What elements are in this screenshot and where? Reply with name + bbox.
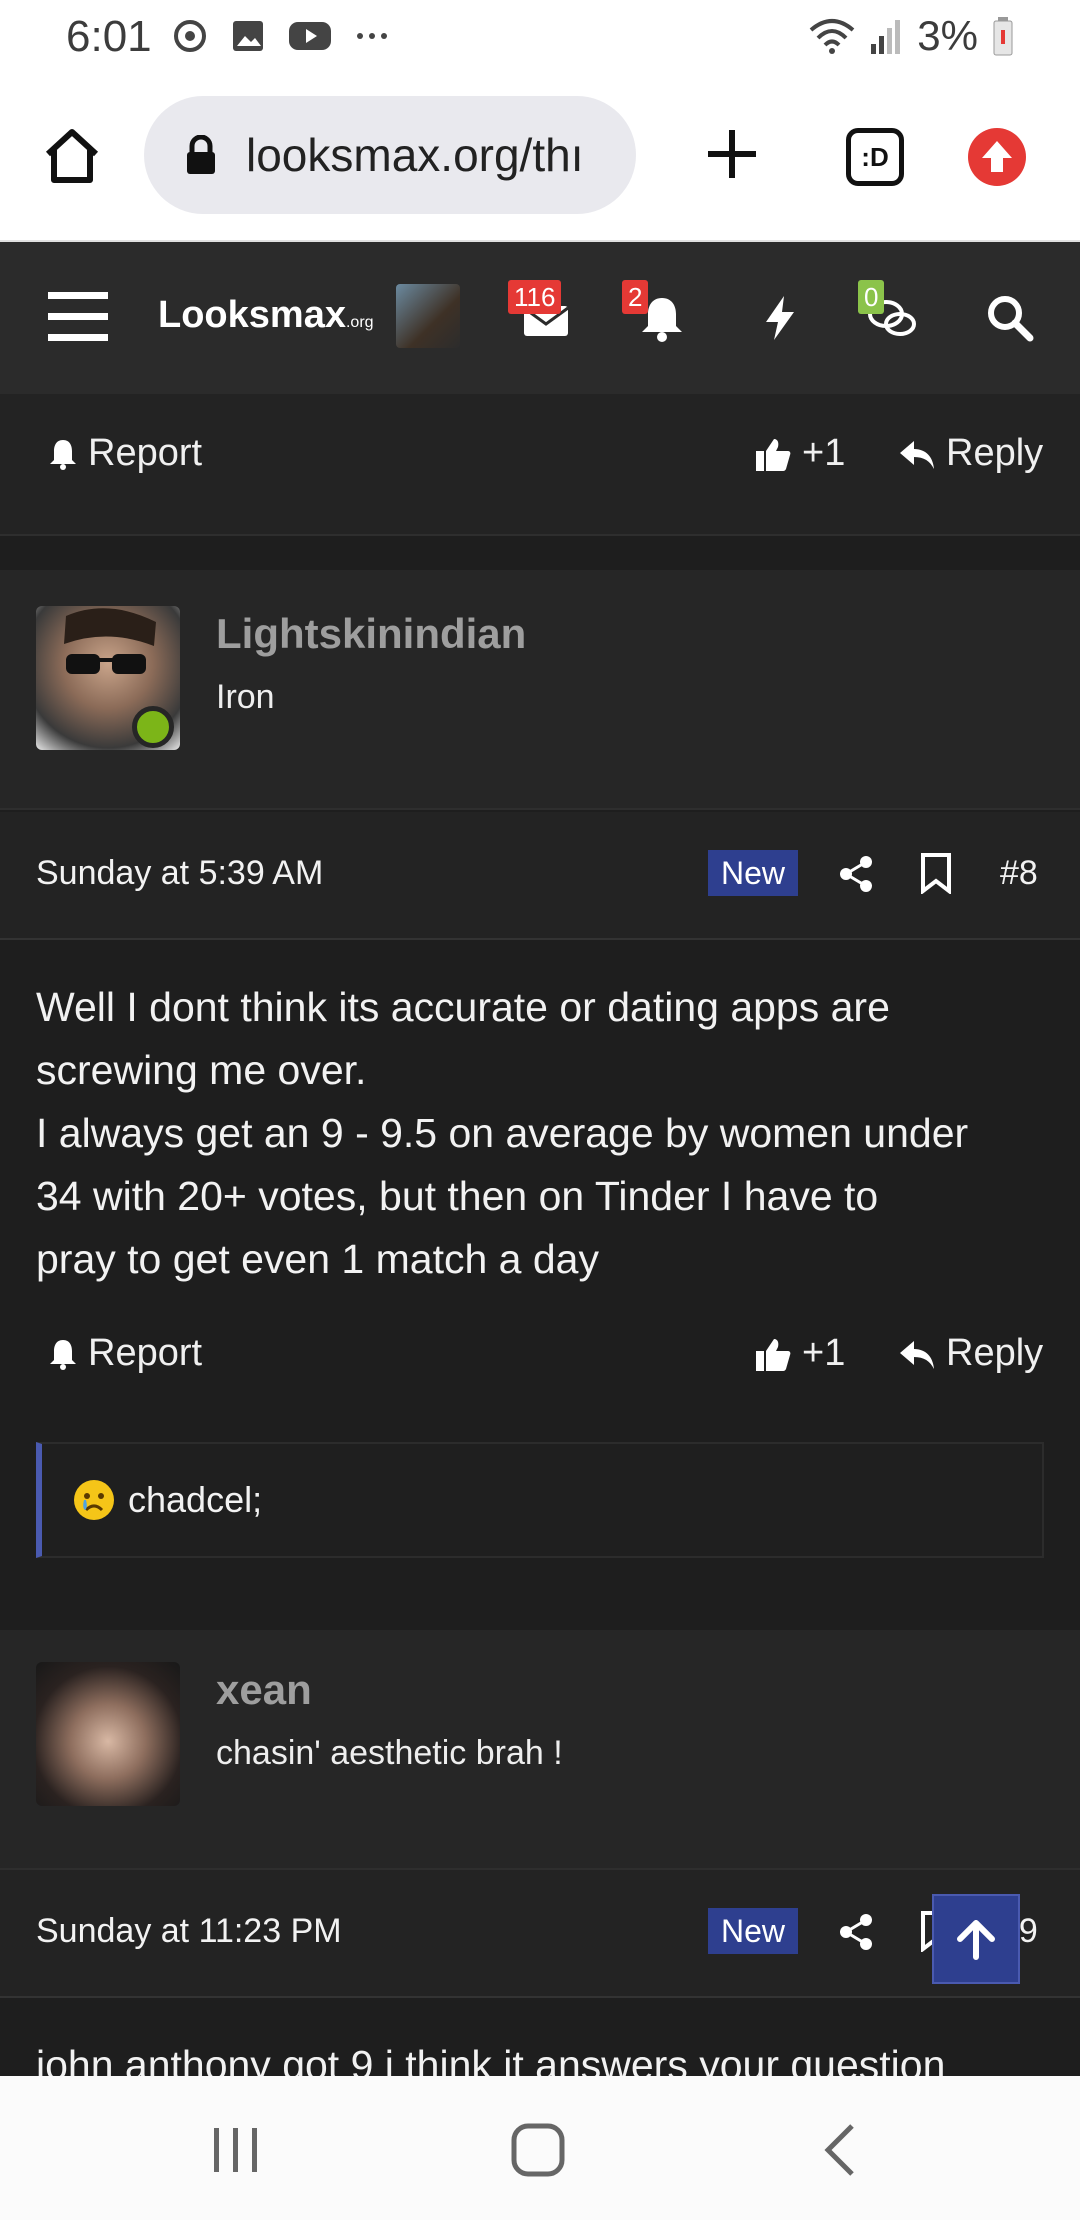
reply-button[interactable]: Reply — [898, 1332, 1043, 1375]
logo-suffix: .org — [345, 314, 374, 331]
update-icon[interactable] — [968, 128, 1026, 186]
post-meta: Sunday at 5:39 AM New #8 — [0, 812, 1080, 940]
home-icon[interactable] — [40, 124, 104, 188]
thumbs-up-icon — [756, 438, 791, 471]
like-count: +1 — [802, 1332, 846, 1374]
reaction-text: chadcel; — [128, 1479, 263, 1520]
action-row: Report +1 Reply — [0, 414, 1080, 494]
search-icon[interactable] — [984, 292, 1036, 344]
share-icon[interactable] — [836, 854, 876, 894]
post-meta: Sunday at 11:23 PM New #9 — [0, 1870, 1080, 1998]
image-icon — [233, 21, 263, 51]
battery-low-icon — [993, 17, 1013, 56]
reply-icon — [900, 1340, 934, 1369]
status-time: 6:01 — [66, 12, 152, 61]
crying-emoji-icon — [74, 1480, 114, 1520]
online-indicator — [132, 706, 174, 748]
avatar[interactable] — [36, 1662, 180, 1806]
status-right: 3% — [809, 12, 1014, 60]
like-button[interactable]: +1 — [754, 1332, 845, 1375]
report-label: Report — [88, 432, 203, 474]
bell-icon — [50, 1339, 76, 1370]
post-line: pray to get even 1 match a day — [36, 1236, 599, 1282]
thumbs-up-icon — [756, 1338, 791, 1371]
post-line: john anthony got 9 i think it answers yo… — [36, 2042, 946, 2076]
reply-label: Reply — [946, 1332, 1044, 1374]
share-icon[interactable] — [836, 1912, 876, 1952]
conversations-badge: 0 — [858, 280, 885, 314]
bookmark-icon[interactable] — [918, 852, 954, 894]
post-date[interactable]: Sunday at 11:23 PM — [36, 1912, 342, 1951]
reaction-summary[interactable]: chadcel; — [36, 1442, 1044, 1558]
account-avatar[interactable] — [396, 284, 460, 348]
site-header: Looksmax.org 116 2 0 — [0, 242, 1080, 394]
arrow-up-icon — [957, 1920, 995, 1960]
post-user-block: xean chasin' aesthetic brah ! — [0, 1630, 1080, 1870]
post-line: 34 with 20+ votes, but then on Tinder I … — [36, 1173, 879, 1219]
more-dots-icon — [357, 33, 387, 39]
post-line: I always get an 9 - 9.5 on average by wo… — [36, 1110, 969, 1156]
username[interactable]: Lightskinindian — [216, 610, 526, 658]
new-badge: New — [708, 850, 798, 896]
username[interactable]: xean — [216, 1666, 312, 1714]
like-button[interactable]: +1 — [754, 432, 845, 475]
user-title: Iron — [216, 678, 275, 716]
address-bar[interactable]: looksmax.org/thı — [144, 96, 636, 214]
tabs-button[interactable]: :D — [846, 128, 904, 186]
bell-icon — [50, 439, 76, 470]
post-actions: Report +1 Reply — [0, 1314, 1080, 1394]
post-body: john anthony got 9 i think it answers yo… — [36, 2034, 1046, 2076]
wifi-icon — [809, 19, 855, 54]
reply-icon — [900, 440, 934, 469]
report-button[interactable]: Report — [44, 432, 202, 475]
site-logo[interactable]: Looksmax.org — [158, 294, 374, 337]
back-icon[interactable] — [812, 2120, 872, 2180]
youtube-icon — [289, 22, 331, 50]
user-title: chasin' aesthetic brah ! — [216, 1734, 563, 1772]
thread-content: Report +1 Reply Lightskinindian Iron Sun… — [0, 394, 1080, 2076]
new-tab-icon[interactable] — [700, 122, 764, 186]
post-number[interactable]: #8 — [1000, 854, 1038, 893]
report-button[interactable]: Report — [44, 1332, 202, 1375]
signal-icon — [871, 20, 901, 54]
browser-toolbar: looksmax.org/thı :D — [0, 72, 1080, 242]
status-bar: 6:01 3% — [0, 0, 1080, 72]
new-badge: New — [708, 1908, 798, 1954]
recent-apps-icon[interactable] — [206, 2120, 266, 2180]
post-line: Well I dont think its accurate or dating… — [36, 984, 890, 1030]
scroll-top-button[interactable] — [932, 1894, 1020, 1984]
previous-post-actions: Report +1 Reply — [0, 394, 1080, 536]
system-nav-bar — [0, 2076, 1080, 2220]
post-body: Well I dont think its accurate or dating… — [36, 976, 1046, 1291]
reply-label: Reply — [946, 432, 1044, 474]
logo-text: Looksmax — [158, 294, 346, 336]
inbox-badge: 116 — [508, 280, 562, 314]
post-user-block: Lightskinindian Iron — [0, 570, 1080, 810]
sync-icon — [174, 20, 206, 52]
reply-button[interactable]: Reply — [898, 432, 1043, 475]
report-label: Report — [88, 1332, 203, 1374]
url-text: looksmax.org/thı — [246, 129, 584, 181]
battery-percent: 3% — [917, 12, 978, 59]
post-date[interactable]: Sunday at 5:39 AM — [36, 854, 323, 893]
lock-icon — [187, 135, 215, 174]
menu-icon[interactable] — [48, 290, 108, 344]
post-line: screwing me over. — [36, 1047, 367, 1093]
home-nav-icon[interactable] — [508, 2120, 568, 2180]
status-left-icons — [172, 18, 390, 54]
lightning-icon[interactable] — [754, 292, 806, 344]
alerts-badge: 2 — [622, 280, 649, 314]
like-count: +1 — [802, 432, 846, 474]
